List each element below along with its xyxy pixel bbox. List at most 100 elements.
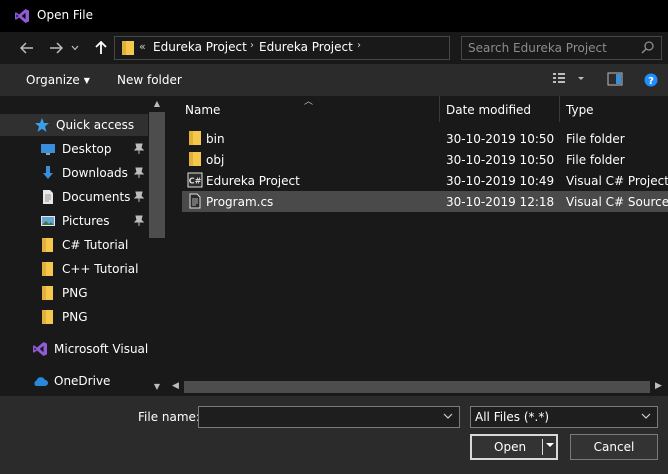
sidebar-item-microsoft-visual-studio[interactable]: Microsoft Visual S: [32, 338, 160, 360]
address-bar[interactable]: « Edureka Project › Edureka Project ›: [114, 36, 450, 60]
organize-label: Organize: [26, 73, 80, 87]
organize-button[interactable]: Organize ▼: [26, 73, 90, 87]
breadcrumb-parent[interactable]: Edureka Project: [153, 40, 247, 54]
back-button[interactable]: [16, 38, 38, 58]
column-header-type[interactable]: Type: [566, 96, 594, 122]
sidebar-item-onedrive[interactable]: OneDrive: [32, 370, 110, 392]
file-type-filter-value: All Files (*.*): [475, 410, 550, 424]
sidebar-item-csharp-tutorial[interactable]: C# Tutorial: [40, 234, 128, 256]
chevron-down-icon[interactable]: [641, 411, 651, 421]
chevron-down-icon: [71, 45, 79, 51]
file-name: obj: [206, 153, 225, 167]
folder-icon: [189, 152, 201, 166]
desktop-icon: [41, 144, 55, 155]
sort-ascending-icon: ︿: [304, 97, 314, 107]
sidebar-item-quick-access[interactable]: Quick access: [0, 114, 148, 136]
folder-icon: [189, 131, 201, 145]
dialog-footer: File name: All Files (*.*) Open Cancel: [0, 396, 668, 474]
scrollbar-thumb[interactable]: [184, 381, 650, 393]
star-icon: [35, 118, 49, 132]
file-name-input[interactable]: [203, 409, 439, 425]
pin-icon[interactable]: [134, 191, 144, 203]
up-button[interactable]: [90, 38, 112, 58]
help-icon[interactable]: ?: [644, 73, 658, 87]
open-button-label: Open: [494, 440, 527, 454]
file-type: Visual C# Project f...: [566, 174, 668, 188]
column-divider[interactable]: [559, 96, 560, 122]
file-row-edureka-project[interactable]: C# Edureka Project 30-10-2019 10:49 Visu…: [182, 170, 668, 191]
folder-icon: [122, 41, 134, 55]
file-name-label: File name:: [138, 410, 200, 424]
breadcrumb-current[interactable]: Edureka Project: [259, 40, 353, 54]
change-view-icon[interactable]: [552, 72, 584, 86]
file-type: Visual C# Source F...: [566, 195, 668, 209]
preview-pane-icon[interactable]: [607, 72, 623, 86]
arrow-up-icon: [95, 41, 107, 54]
pin-icon[interactable]: [134, 167, 144, 179]
file-list-scrollbar[interactable]: ◀ ▶: [166, 378, 668, 396]
svg-text:?: ?: [648, 76, 654, 87]
sidebar-item-pictures[interactable]: Pictures: [40, 210, 110, 232]
search-input[interactable]: [468, 40, 638, 56]
scroll-right-icon[interactable]: ▶: [655, 381, 662, 391]
file-row-program-cs[interactable]: Program.cs 30-10-2019 12:18 Visual C# So…: [182, 191, 668, 212]
visual-studio-icon: [15, 9, 29, 23]
sidebar-item-documents[interactable]: Documents: [40, 186, 130, 208]
pin-icon[interactable]: [134, 215, 144, 227]
cancel-button[interactable]: Cancel: [570, 434, 658, 460]
column-divider[interactable]: [439, 96, 440, 122]
visual-studio-icon: [33, 342, 47, 356]
sidebar-item-png[interactable]: PNG: [40, 306, 88, 328]
sidebar-item-label: PNG: [62, 286, 88, 300]
scroll-up-icon[interactable]: ▲: [152, 99, 162, 109]
command-bar: Organize ▼ New folder ?: [0, 64, 668, 96]
recent-locations-button[interactable]: [69, 38, 81, 58]
file-type-filter[interactable]: All Files (*.*): [470, 406, 658, 428]
open-button[interactable]: Open: [470, 434, 558, 460]
sidebar-item-png[interactable]: PNG: [40, 282, 88, 304]
arrow-right-icon: [50, 42, 63, 54]
sidebar-scrollbar[interactable]: ▲ ▼: [148, 96, 166, 396]
new-folder-button[interactable]: New folder: [117, 73, 182, 87]
file-type: File folder: [566, 132, 625, 146]
search-box[interactable]: [461, 36, 662, 60]
file-date: 30-10-2019 10:50: [446, 153, 555, 167]
chevron-down-icon[interactable]: [443, 411, 453, 421]
sidebar-item-cpp-tutorial[interactable]: C++ Tutorial: [40, 258, 138, 280]
svg-text:C#: C#: [189, 177, 202, 186]
sidebar-item-downloads[interactable]: Downloads: [40, 162, 128, 184]
source-file-icon: [189, 193, 201, 209]
column-header-name[interactable]: Name: [185, 96, 220, 122]
file-list: ︿ Name Date modified Type bin 30-10-2019…: [166, 96, 668, 396]
address-overflow[interactable]: «: [139, 40, 146, 53]
sidebar-item-label: Downloads: [62, 166, 128, 180]
file-name-combo[interactable]: [198, 406, 460, 428]
sidebar-item-label: Pictures: [62, 214, 110, 228]
breadcrumb-separator[interactable]: ›: [357, 40, 361, 51]
scrollbar-thumb[interactable]: [149, 112, 165, 238]
file-row-bin[interactable]: bin 30-10-2019 10:50 File folder: [182, 128, 668, 149]
sidebar-item-label: C++ Tutorial: [62, 262, 139, 276]
column-header-date[interactable]: Date modified: [446, 96, 531, 122]
file-row-obj[interactable]: obj 30-10-2019 10:50 File folder: [182, 149, 668, 170]
breadcrumb-separator[interactable]: ›: [250, 40, 254, 51]
scroll-left-icon[interactable]: ◀: [172, 381, 179, 391]
sidebar-item-label: PNG: [62, 310, 88, 324]
caret-down-icon: ▼: [83, 76, 90, 85]
file-name: Program.cs: [206, 195, 274, 209]
documents-icon: [43, 190, 53, 204]
folder-icon: [42, 238, 53, 252]
sidebar-item-desktop[interactable]: Desktop: [40, 138, 112, 160]
sidebar-item-label: Documents: [62, 190, 131, 204]
file-date: 30-10-2019 12:18: [446, 195, 555, 209]
file-date: 30-10-2019 10:50: [446, 132, 555, 146]
sidebar-item-label: C# Tutorial: [62, 238, 129, 252]
pictures-icon: [41, 216, 55, 226]
scroll-down-icon[interactable]: ▼: [152, 382, 162, 392]
folder-icon: [42, 286, 53, 300]
pin-icon[interactable]: [134, 143, 144, 155]
caret-down-icon[interactable]: [546, 441, 554, 449]
search-icon[interactable]: [641, 41, 654, 54]
file-name: bin: [206, 132, 225, 146]
forward-button[interactable]: [45, 38, 67, 58]
